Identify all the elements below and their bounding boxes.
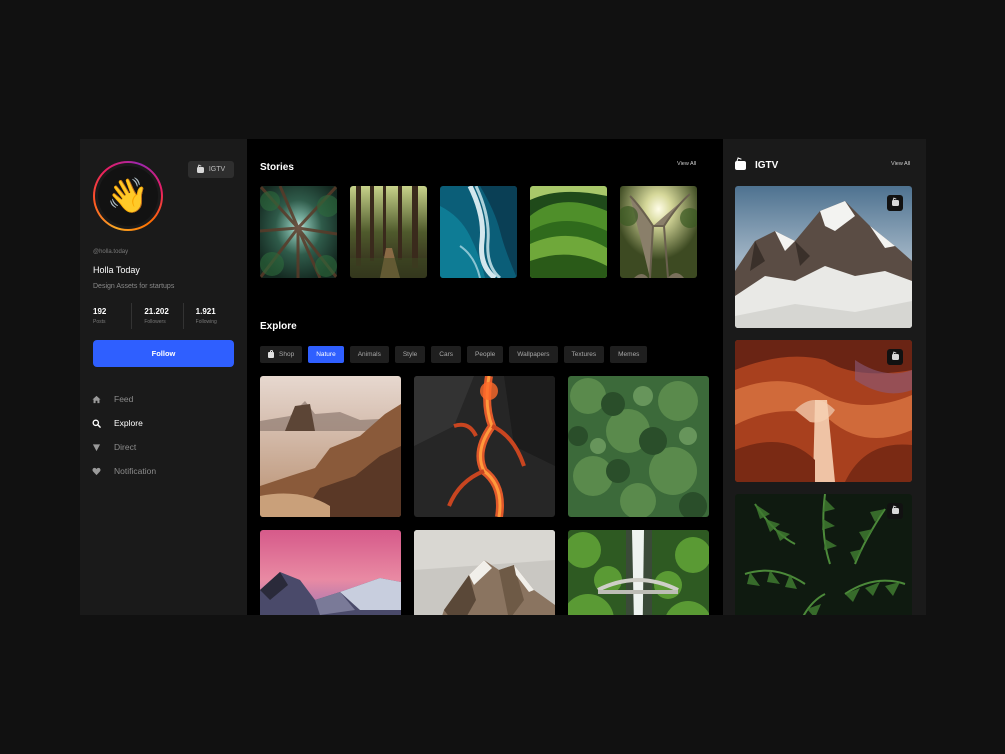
chip-label: Nature <box>316 351 336 358</box>
story-forest-canopy[interactable] <box>260 186 337 278</box>
igtv-panel: IGTV View All <box>723 139 926 615</box>
chip-nature[interactable]: Nature <box>308 346 344 363</box>
waving-hand-icon: 👋 <box>98 166 158 226</box>
tv-icon <box>196 166 204 173</box>
chip-label: Cars <box>439 351 454 358</box>
chip-animals[interactable]: Animals <box>349 346 389 363</box>
explore-tile-desert-rocks[interactable] <box>260 376 401 517</box>
story-forest-path[interactable] <box>350 186 427 278</box>
explore-title: Explore <box>260 321 297 332</box>
story-green-hills[interactable] <box>530 186 607 278</box>
igtv-badge <box>887 503 903 519</box>
sidebar-item-label: Direct <box>114 442 137 452</box>
chip-textures[interactable]: Textures <box>563 346 605 363</box>
app-window: 👋 IGTV @holla.today Holla Today Design A… <box>80 139 926 615</box>
chip-label: Style <box>402 351 418 358</box>
explore-tile-rocky-peak[interactable] <box>414 530 555 615</box>
chip-memes[interactable]: Memes <box>610 346 648 363</box>
igtv-card-canyon[interactable] <box>735 340 912 482</box>
chip-wallpapers[interactable]: Wallpapers <box>509 346 558 363</box>
sidebar-item-notification[interactable]: Notification <box>92 459 156 483</box>
home-icon <box>92 395 101 404</box>
chip-label: Animals <box>357 351 381 358</box>
chip-shop[interactable]: Shop <box>260 346 303 363</box>
igtv-list <box>735 186 912 615</box>
profile-name: Holla Today <box>93 265 140 275</box>
sidebar-nav: Feed Explore Direct Notification <box>92 387 156 483</box>
stat-posts[interactable]: 192 Posts <box>93 303 131 329</box>
follow-button[interactable]: Follow <box>93 340 234 367</box>
sidebar-item-label: Notification <box>114 466 157 476</box>
igtv-button-label: IGTV <box>208 166 226 173</box>
explore-filter-chips: Shop Nature Animals Style Cars People Wa… <box>260 346 648 363</box>
tv-icon <box>891 200 899 206</box>
explore-grid <box>260 376 709 615</box>
story-giant-tree[interactable] <box>620 186 697 278</box>
stat-label: Followers <box>144 319 166 325</box>
profile-handle: @holla.today <box>93 249 129 255</box>
profile-sidebar: 👋 IGTV @holla.today Holla Today Design A… <box>80 139 247 615</box>
story-ocean-waves[interactable] <box>440 186 517 278</box>
stat-value: 21.202 <box>144 307 169 316</box>
chip-label: People <box>475 351 496 358</box>
igtv-card-snowy-mountain[interactable] <box>735 186 912 328</box>
stat-label: Posts <box>93 319 106 325</box>
tv-icon <box>735 161 746 170</box>
chip-label: Wallpapers <box>517 351 550 358</box>
shopping-bag-icon <box>268 349 274 358</box>
search-icon <box>92 418 101 428</box>
heart-icon <box>92 467 101 476</box>
igtv-badge <box>887 195 903 211</box>
stat-following[interactable]: 1.921 Following <box>182 303 234 329</box>
sidebar-item-label: Feed <box>114 394 134 404</box>
sidebar-item-direct[interactable]: Direct <box>92 435 156 459</box>
chip-label: Shop <box>279 351 295 358</box>
igtv-button[interactable]: IGTV <box>188 161 234 178</box>
explore-tile-lava-flow[interactable] <box>414 376 555 517</box>
sidebar-item-feed[interactable]: Feed <box>92 387 156 411</box>
igtv-title: IGTV <box>735 160 778 171</box>
profile-stats: 192 Posts 21.202 Followers 1.921 Followi… <box>93 303 234 329</box>
explore-tile-waterfall-bridge[interactable] <box>568 530 709 615</box>
tv-icon <box>891 508 899 514</box>
igtv-card-palm-leaves[interactable] <box>735 494 912 615</box>
sidebar-item-explore[interactable]: Explore <box>92 411 156 435</box>
stat-followers[interactable]: 21.202 Followers <box>131 303 182 329</box>
sidebar-item-label: Explore <box>114 418 143 428</box>
avatar[interactable]: 👋 <box>93 161 163 231</box>
chip-label: Textures <box>571 351 597 358</box>
send-icon <box>92 443 101 452</box>
igtv-view-all-link[interactable]: View All <box>891 161 910 167</box>
stories-view-all-link[interactable]: View All <box>677 161 696 167</box>
explore-tile-sunset-mountains[interactable] <box>260 530 401 615</box>
chip-label: Memes <box>618 351 640 358</box>
igtv-badge <box>887 349 903 365</box>
chip-style[interactable]: Style <box>394 346 426 363</box>
stories-title: Stories <box>260 162 294 173</box>
chip-cars[interactable]: Cars <box>431 346 462 363</box>
stat-value: 192 <box>93 307 107 316</box>
igtv-title-label: IGTV <box>755 160 779 171</box>
main-content: Stories View All Explore Shop Nature Ani… <box>247 139 723 615</box>
stat-value: 1.921 <box>195 307 216 316</box>
tv-icon <box>891 354 899 360</box>
stories-row <box>260 186 697 278</box>
chip-people[interactable]: People <box>467 346 504 363</box>
explore-tile-jungle-aerial[interactable] <box>568 376 709 517</box>
stat-label: Following <box>195 319 217 325</box>
profile-description: Design Assets for startups <box>93 283 175 290</box>
